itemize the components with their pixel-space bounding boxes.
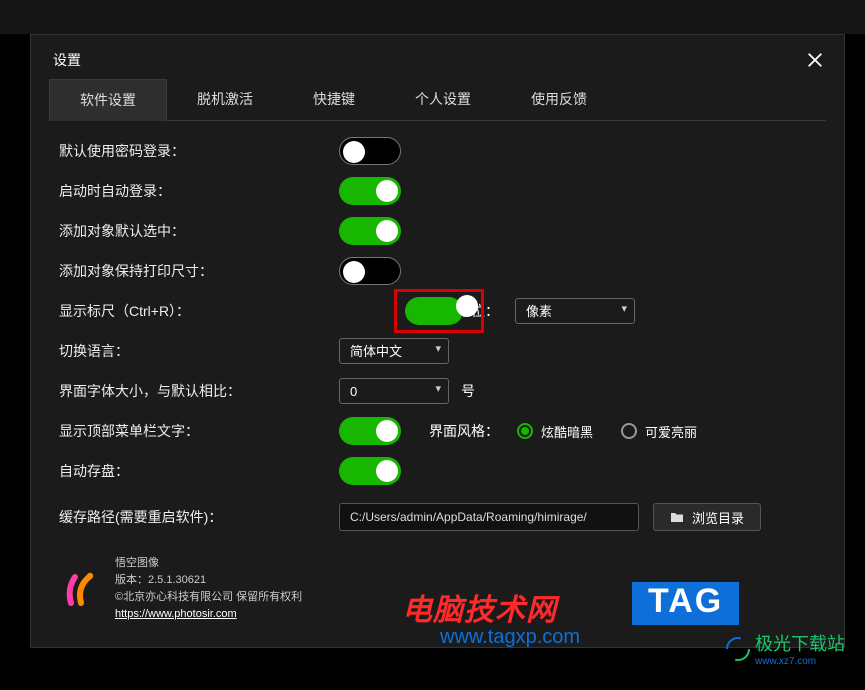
browse-button[interactable]: 浏览目录 xyxy=(653,503,761,531)
footer-version: 版本：2.5.1.30621 xyxy=(115,572,302,589)
radio-icon xyxy=(621,423,637,439)
toggle-show-ruler[interactable] xyxy=(405,297,463,325)
tab-feedback[interactable]: 使用反馈 xyxy=(501,79,617,120)
app-titlebar xyxy=(0,0,865,34)
app-logo-icon xyxy=(59,569,99,609)
label-add-obj-default-select: 添加对象默认选中： xyxy=(59,221,339,241)
watermark-brand-2-url: www.xz7.com xyxy=(755,656,845,667)
select-unit[interactable]: 像素 xyxy=(515,298,635,324)
watermark-text-1: 电脑技术网 xyxy=(402,585,557,629)
aurora-logo-icon xyxy=(725,636,751,662)
label-ui-style: 界面风格： xyxy=(429,421,499,441)
watermark-brand-2-name: 极光下载站 xyxy=(755,630,845,656)
label-add-obj-keep-print-size: 添加对象保持打印尺寸： xyxy=(59,261,339,281)
toggle-auto-login[interactable] xyxy=(339,177,401,205)
radio-label-dark: 炫酷暗黑 xyxy=(541,422,593,441)
label-font-unit: 号 xyxy=(461,381,475,401)
select-language[interactable]: 简体中文 xyxy=(339,338,449,364)
toggle-default-pwd-login[interactable] xyxy=(339,137,401,165)
watermark-url-1: www.tagxp.com xyxy=(440,626,580,649)
folder-icon xyxy=(670,511,684,523)
watermark-text-2: TAG xyxy=(632,582,739,625)
close-button[interactable] xyxy=(804,49,826,71)
browse-label: 浏览目录 xyxy=(692,508,744,527)
label-auto-save: 自动存盘： xyxy=(59,461,339,481)
tab-shortcuts[interactable]: 快捷键 xyxy=(283,79,385,120)
dialog-title: 设置 xyxy=(53,50,81,70)
select-font-size[interactable]: 0 xyxy=(339,378,449,404)
label-show-top-menu-text: 显示顶部菜单栏文字： xyxy=(59,421,339,441)
toggle-show-top-menu-text[interactable] xyxy=(339,417,401,445)
toggle-add-obj-keep-print-size[interactable] xyxy=(339,257,401,285)
radio-style-light[interactable]: 可爱亮丽 xyxy=(621,422,697,441)
footer-app-name: 悟空图像 xyxy=(115,555,302,572)
settings-content: 默认使用密码登录： 启动时自动登录： 添加对象默认选中： 添加对象保持打印尺寸：… xyxy=(31,121,844,537)
toggle-add-obj-default-select[interactable] xyxy=(339,217,401,245)
watermark-brand-2: 极光下载站 www.xz7.com xyxy=(725,630,845,667)
label-default-pwd-login: 默认使用密码登录： xyxy=(59,141,339,161)
close-icon xyxy=(806,51,824,69)
label-auto-login: 启动时自动登录： xyxy=(59,181,339,201)
highlight-annotation xyxy=(394,289,484,333)
tab-personal-settings[interactable]: 个人设置 xyxy=(385,79,501,120)
label-cache-path: 缓存路径(需要重启软件)： xyxy=(59,507,339,527)
settings-dialog: 设置 软件设置 脱机激活 快捷键 个人设置 使用反馈 默认使用密码登录： 启动时… xyxy=(30,34,845,648)
tab-bar: 软件设置 脱机激活 快捷键 个人设置 使用反馈 xyxy=(49,79,826,121)
footer-url-link[interactable]: https://www.photosir.com xyxy=(115,608,237,620)
toggle-auto-save[interactable] xyxy=(339,457,401,485)
label-ui-font-size: 界面字体大小，与默认相比： xyxy=(59,381,339,401)
radio-style-dark[interactable]: 炫酷暗黑 xyxy=(517,422,593,441)
label-show-ruler: 显示标尺（Ctrl+R）： xyxy=(59,301,339,321)
tab-software-settings[interactable]: 软件设置 xyxy=(49,79,167,121)
radio-icon xyxy=(517,423,533,439)
input-cache-path[interactable] xyxy=(339,503,639,531)
tab-offline-activation[interactable]: 脱机激活 xyxy=(167,79,283,120)
footer-copyright: ©北京亦心科技有限公司 保留所有权利 xyxy=(115,589,302,606)
radio-label-light: 可爱亮丽 xyxy=(645,422,697,441)
label-switch-lang: 切换语言： xyxy=(59,341,339,361)
